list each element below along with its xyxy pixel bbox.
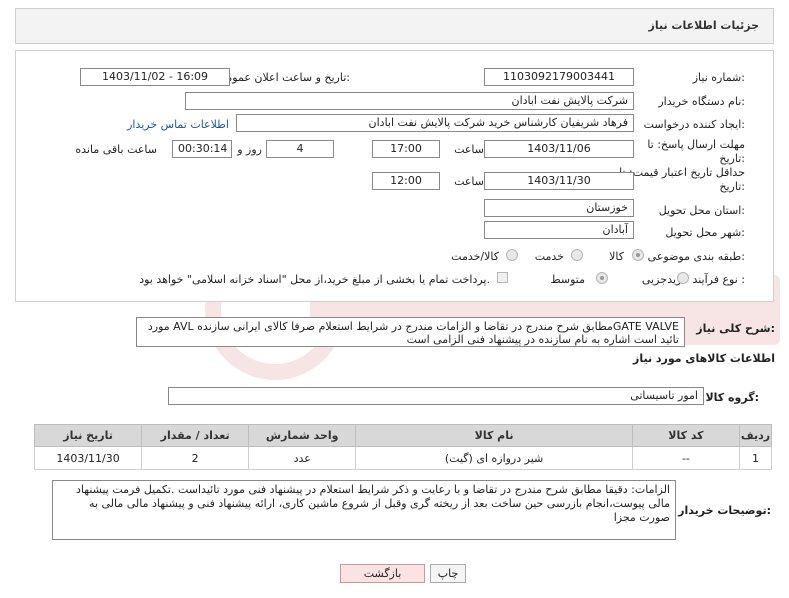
goods-group-field: امور تاسیساتی [168,387,704,405]
col-code: کد کالا [631,424,740,447]
category-option-service: خدمت [534,250,564,263]
city-label: شهر محل تحویل: [665,226,745,239]
page-header: جزئیات اطلاعات نیاز [15,8,774,44]
remaining-time-field: 00:30:14 [172,140,232,158]
deadline-label: مهلت ارسال پاسخ: تا تاریخ: [647,138,745,165]
cell-qty: 2 [141,446,250,470]
validity-time-label: ساعت [454,175,484,188]
contact-link[interactable]: اطلاعات تماس خریدار [127,118,229,131]
table-row: 1 -- شیر دروازه ای (گیت) عدد 2 1403/11/3… [33,446,773,470]
goods-group-label: گروه کالا: [705,391,759,404]
col-qty: تعداد / مقدار [141,424,250,447]
buyer-org-label: نام دستگاه خریدار: [658,95,745,108]
province-label: استان محل تحویل: [658,204,745,217]
creator-field: فرهاد شریفیان کارشناس خرید شرکت پالایش ن… [236,114,634,132]
buyer-notes-text: الزامات: دقیقا مطابق شرح مندرج در تقاضا … [52,480,676,540]
province-field: خوزستان [484,199,634,217]
cell-row: 1 [738,446,773,470]
deadline-time-field: 17:00 [372,140,440,158]
category-label: طبقه بندی موضوعی: [647,250,745,263]
need-number-field: 1103092179003441 [484,68,634,86]
process-radio-medium[interactable] [596,272,608,284]
cell-name: شیر دروازه ای (گیت) [355,446,633,470]
cell-code: -- [631,446,740,470]
back-button[interactable]: بازگشت [340,564,425,583]
announce-label: تاریخ و ساعت اعلان عمومی: [217,71,350,84]
validity-date-field: 1403/11/30 [484,172,634,190]
need-number-label: شماره نیاز: [692,71,745,84]
treasury-payment-checkbox[interactable] [497,272,508,283]
category-radio-service[interactable] [571,249,583,261]
payment-note: پرداخت تمام یا بخشی از مبلغ خرید،از محل … [139,273,490,286]
description-text: GATE VALVEمطابق شرح مندرج در تقاضا و الز… [136,317,685,347]
cell-unit: عدد [248,446,357,470]
process-option-medium: متوسط [550,273,585,286]
creator-label: ایجاد کننده درخواست: [643,118,745,131]
buyer-notes-label: توضیحات خریدار: [678,504,771,517]
process-option-minor: جزیی [641,273,667,286]
print-button[interactable]: چاپ [430,564,466,583]
remaining-label: ساعت باقی مانده [75,143,157,156]
category-option-goods-service: کالا/خدمت [451,250,499,263]
days-label: روز و [237,143,262,156]
validity-label: حداقل تاریخ اعتبار قیمت: تا تاریخ: [619,166,745,193]
category-radio-goods-service[interactable] [506,249,518,261]
deadline-time-label: ساعت [454,143,484,156]
validity-time-field: 12:00 [372,172,440,190]
col-unit: واحد شمارش [248,424,357,447]
col-row: ردیف [738,424,773,447]
page-title: جزئیات اطلاعات نیاز [648,19,760,32]
city-field: آبادان [484,221,634,239]
cell-date: 1403/11/30 [33,446,143,470]
announce-field: 1403/11/02 - 16:09 [80,68,230,86]
description-label: شرح کلی نیاز: [696,322,775,335]
col-date: تاریخ نیاز [33,424,143,447]
deadline-date-field: 1403/11/06 [484,140,634,158]
col-name: نام کالا [355,424,633,447]
category-radio-goods[interactable] [632,249,644,261]
category-option-goods: کالا [609,250,624,263]
goods-section-title: اطلاعات کالاهای مورد نیاز [633,352,775,365]
days-field: 4 [266,140,334,158]
process-radio-minor[interactable] [677,272,689,284]
buyer-org-field: شرکت پالایش نفت ابادان [185,92,634,110]
goods-table: ردیف کد کالا نام کالا واحد شمارش تعداد /… [33,424,773,470]
